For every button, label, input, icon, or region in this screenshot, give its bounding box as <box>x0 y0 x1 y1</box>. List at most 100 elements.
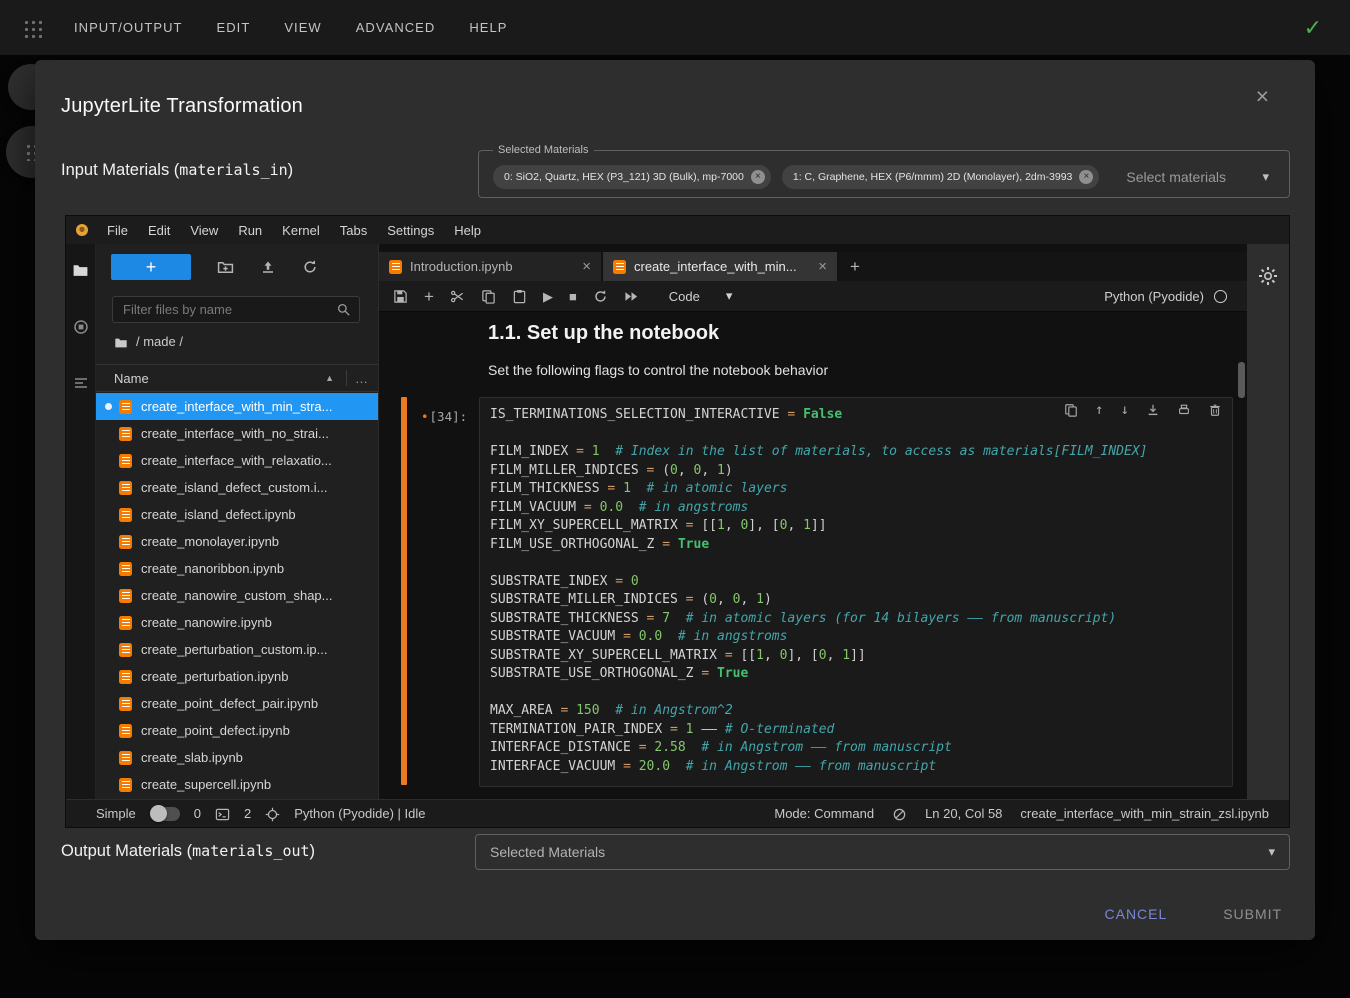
jupyter-menu-item[interactable]: Run <box>228 223 272 238</box>
breadcrumb-path: / made / <box>136 334 183 349</box>
simple-mode-toggle[interactable] <box>150 807 180 821</box>
table-of-contents-icon[interactable] <box>73 375 89 391</box>
chevron-down-icon[interactable]: ▾ <box>1256 168 1275 186</box>
duplicate-cell-icon[interactable] <box>1064 403 1078 417</box>
jupyter-menu-item[interactable]: Tabs <box>330 223 377 238</box>
kernel-count[interactable]: 0 <box>194 806 201 821</box>
material-chip[interactable]: 0: SiO2, Quartz, HEX (P3_121) 3D (Bulk),… <box>493 165 771 189</box>
notebook-file-icon <box>613 260 626 274</box>
gear-icon[interactable] <box>1258 266 1278 286</box>
app-menu-item[interactable]: VIEW <box>282 16 323 39</box>
material-chip[interactable]: 1: C, Graphene, HEX (P6/mmm) 2D (Monolay… <box>782 165 1100 189</box>
jupyterlab-widget: File Edit View Run Kernel Tabs Settings … <box>65 215 1290 828</box>
new-folder-icon[interactable] <box>217 259 234 276</box>
file-row[interactable]: create_nanowire_custom_shap... <box>96 582 378 609</box>
running-sessions-icon[interactable] <box>73 319 89 335</box>
file-row[interactable]: create_interface_with_no_strai... <box>96 420 378 447</box>
terminal-count[interactable]: 2 <box>244 806 251 821</box>
output-materials-select[interactable]: Selected Materials ▾ <box>475 834 1290 870</box>
file-row[interactable]: create_supercell.ipynb <box>96 771 378 798</box>
jupyter-menu-item[interactable]: View <box>180 223 228 238</box>
cell-type-dropdown[interactable]: Code ▾ <box>663 287 739 305</box>
file-row[interactable]: create_monolayer.ipynb <box>96 528 378 555</box>
kernel-picker[interactable]: Python (Pyodide) <box>1098 288 1233 305</box>
material-chip-label: 1: C, Graphene, HEX (P6/mmm) 2D (Monolay… <box>793 171 1073 183</box>
copy-icon[interactable] <box>481 288 496 303</box>
file-row[interactable]: create_slab.ipynb <box>96 744 378 771</box>
jupyter-menu-item[interactable]: Edit <box>138 223 180 238</box>
refresh-icon[interactable] <box>302 259 318 275</box>
upload-icon[interactable] <box>260 259 276 275</box>
notebook-tab[interactable]: create_interface_with_min... × <box>603 252 839 281</box>
file-row[interactable]: create_point_defect.ipynb <box>96 717 378 744</box>
notebook-file-icon <box>119 751 132 765</box>
code-editor[interactable]: IS_TERMINATIONS_SELECTION_INTERACTIVE = … <box>479 397 1233 787</box>
add-cell-icon[interactable]: + <box>424 288 434 305</box>
file-row[interactable]: create_interface_with_relaxatio... <box>96 447 378 474</box>
circle-slash-icon[interactable] <box>892 805 907 821</box>
cut-icon[interactable] <box>450 288 465 303</box>
settings-rail <box>1247 244 1289 799</box>
file-row[interactable]: create_perturbation.ipynb <box>96 663 378 690</box>
file-browser-icon[interactable] <box>72 262 89 279</box>
paste-icon[interactable] <box>512 288 527 303</box>
more-options-icon[interactable]: … <box>355 371 368 386</box>
file-row[interactable]: create_island_defect_custom.i... <box>96 474 378 501</box>
jupyter-menu-item[interactable]: Kernel <box>272 223 330 238</box>
kernel-status[interactable]: Python (Pyodide) | Idle <box>294 806 425 821</box>
name-column-header[interactable]: Name <box>114 371 149 386</box>
dialog-close-icon[interactable]: × <box>1250 84 1275 109</box>
notebook-panel: Introduction.ipynb × create_interface_wi… <box>379 244 1247 799</box>
notebook-file-icon <box>119 670 132 684</box>
file-row[interactable]: create_perturbation_custom.ip... <box>96 636 378 663</box>
file-list-header[interactable]: Name ▲ … <box>96 364 378 392</box>
save-icon[interactable] <box>393 288 408 303</box>
jupyter-menu-item[interactable]: File <box>97 223 138 238</box>
file-name: create_supercell.ipynb <box>141 777 271 792</box>
header-divider <box>346 370 347 386</box>
jupyter-menu-item[interactable]: Help <box>444 223 491 238</box>
stop-kernel-icon[interactable]: ■ <box>569 290 577 303</box>
cell-toolbar: ↑ ↓ <box>1058 403 1222 417</box>
selected-materials-select[interactable]: Selected Materials 0: SiO2, Quartz, HEX … <box>478 144 1290 198</box>
insert-cell-above-icon[interactable] <box>1177 403 1191 417</box>
material-chip-label: 0: SiO2, Quartz, HEX (P3_121) 3D (Bulk),… <box>504 171 744 183</box>
jupyter-menu-item[interactable]: Settings <box>377 223 444 238</box>
filter-files-field[interactable] <box>121 301 336 318</box>
cursor-position[interactable]: Ln 20, Col 58 <box>925 806 1002 821</box>
cancel-button[interactable]: CANCEL <box>1099 905 1174 923</box>
chip-delete-icon[interactable]: × <box>751 170 765 184</box>
submit-button[interactable]: SUBMIT <box>1217 905 1288 923</box>
tab-close-icon[interactable]: × <box>818 258 827 275</box>
select-materials-placeholder: Select materials <box>1126 169 1226 185</box>
tab-close-icon[interactable]: × <box>582 258 591 275</box>
file-row[interactable]: create_island_defect.ipynb <box>96 501 378 528</box>
file-row[interactable]: create_point_defect_pair.ipynb <box>96 690 378 717</box>
notebook-file-icon <box>389 260 402 274</box>
app-menu-item[interactable]: HELP <box>467 16 509 39</box>
file-row[interactable]: create_interface_with_min_stra... <box>96 393 378 420</box>
file-name: create_nanowire_custom_shap... <box>141 588 333 603</box>
confirm-check-icon[interactable]: ✓ <box>1298 16 1328 40</box>
notebook-tab[interactable]: Introduction.ipynb × <box>379 252 603 281</box>
new-launcher-button[interactable]: + <box>111 254 191 280</box>
file-name: create_interface_with_min_stra... <box>141 399 332 414</box>
run-cell-icon[interactable]: ▶ <box>543 290 553 303</box>
file-row[interactable]: create_nanoribbon.ipynb <box>96 555 378 582</box>
app-menu-item[interactable]: ADVANCED <box>354 16 438 39</box>
restart-kernel-icon[interactable] <box>593 288 608 303</box>
filter-files-input[interactable] <box>112 296 360 323</box>
notebook-toolbar: + ▶ ■ <box>379 281 1247 312</box>
scrollbar-thumb[interactable] <box>1238 362 1245 398</box>
restart-run-all-icon[interactable] <box>624 288 639 303</box>
file-name: create_monolayer.ipynb <box>141 534 279 549</box>
new-tab-icon[interactable]: + <box>839 252 871 281</box>
delete-cell-icon[interactable] <box>1208 403 1222 417</box>
app-menu-item[interactable]: INPUT/OUTPUT <box>72 16 185 39</box>
app-grid-icon[interactable] <box>22 18 42 38</box>
file-row[interactable]: create_nanowire.ipynb <box>96 609 378 636</box>
insert-cell-below-icon[interactable] <box>1146 403 1160 417</box>
breadcrumb[interactable]: / made / <box>114 334 183 350</box>
chip-delete-icon[interactable]: × <box>1079 170 1093 184</box>
app-menu-item[interactable]: EDIT <box>215 16 253 39</box>
